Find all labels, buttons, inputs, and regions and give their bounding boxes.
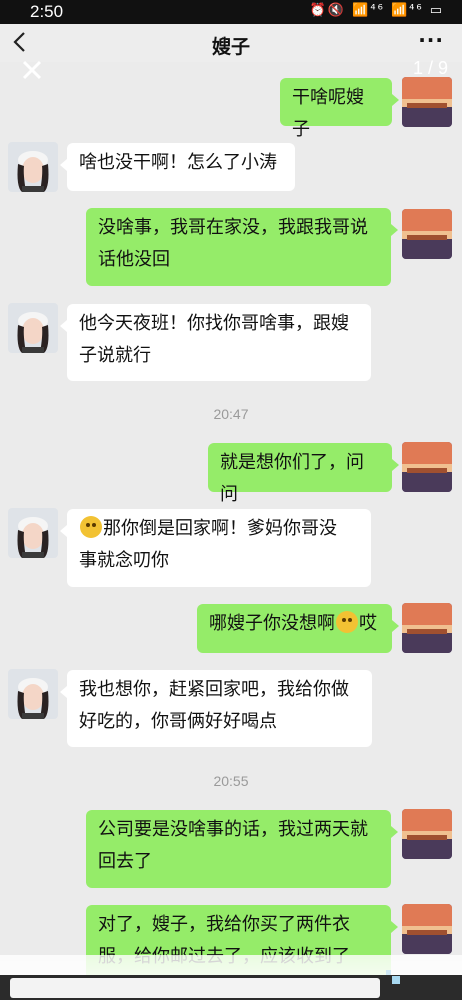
message-bubble-received[interactable]: 他今天夜班！你找你哥啥事，跟嫂 子说就行 bbox=[60, 304, 371, 381]
page-indicator: 1 / 9 bbox=[412, 58, 448, 78]
status-bar: 2:50 ⏰🔇 📶⁴⁶ 📶⁴⁶ ▭ bbox=[0, 0, 462, 24]
message-text-line: 回去了 bbox=[98, 851, 152, 872]
message-bubble-sent[interactable]: 干啥呢嫂子 bbox=[280, 78, 399, 140]
message-text: 干啥呢嫂子 bbox=[292, 87, 364, 140]
contact-avatar[interactable] bbox=[8, 142, 58, 192]
message-text-line: 那你倒是回家啊！爹妈你哥没 bbox=[103, 518, 337, 539]
thinking-emoji-icon bbox=[80, 516, 102, 538]
message-bubble-received[interactable]: 啥也没干啊！怎么了小涛 bbox=[60, 143, 295, 191]
status-time: 2:50 bbox=[30, 2, 64, 21]
chat-title: 嫂子 bbox=[211, 36, 250, 58]
message-text-line: 没啥事，我哥在家没，我跟我哥说 bbox=[98, 217, 368, 238]
message-bubble-sent[interactable]: 哪嫂子你没想啊 哎 bbox=[197, 604, 399, 653]
contact-avatar[interactable] bbox=[8, 508, 58, 558]
message-bubble-sent[interactable]: 就是想你们了，问问 bbox=[208, 443, 399, 505]
message-bubble-received[interactable]: 我也想你，赶紧回家吧，我给你做 好吃的，你哥俩好好喝点 bbox=[60, 670, 372, 747]
message-text-line: 话他没回 bbox=[98, 249, 170, 270]
timestamp: 20:55 bbox=[213, 773, 249, 789]
message-text-line: 对了，嫂子，我给你买了两件衣 bbox=[98, 914, 350, 935]
message-text-line: 他今天夜班！你找你哥啥事，跟嫂 bbox=[79, 313, 349, 334]
message-text: 哪嫂子你没想啊 bbox=[209, 613, 335, 634]
my-avatar[interactable] bbox=[402, 77, 452, 127]
flushed-emoji-icon bbox=[336, 611, 358, 633]
chat-header: 嫂子 ··· bbox=[0, 24, 462, 62]
close-icon[interactable] bbox=[20, 58, 44, 82]
my-avatar[interactable] bbox=[402, 603, 452, 653]
contact-avatar[interactable] bbox=[8, 669, 58, 719]
sparkle-icon bbox=[386, 970, 400, 984]
message-text-line: 子说就行 bbox=[79, 345, 151, 366]
message-text: 啥也没干啊！怎么了小涛 bbox=[79, 152, 277, 173]
my-avatar[interactable] bbox=[402, 809, 452, 859]
message-text-line: 事就念叨你 bbox=[79, 550, 169, 571]
my-avatar[interactable] bbox=[402, 442, 452, 492]
more-options-button[interactable]: ··· bbox=[418, 28, 444, 52]
message-bubble-sent[interactable]: 没啥事，我哥在家没，我跟我哥说 话他没回 bbox=[86, 208, 398, 286]
timestamp: 20:47 bbox=[213, 406, 249, 422]
message-bubble-received[interactable]: 那你倒是回家啊！爹妈你哥没 事就念叨你 bbox=[60, 509, 371, 587]
my-avatar[interactable] bbox=[402, 209, 452, 259]
message-text-line: 我也想你，赶紧回家吧，我给你做 bbox=[79, 679, 349, 700]
status-icons: ⏰🔇 📶⁴⁶ 📶⁴⁶ ▭ bbox=[309, 3, 444, 18]
message-bubble-sent[interactable]: 公司要是没啥事的话，我过两天就 回去了 bbox=[86, 810, 398, 888]
message-text-line: 公司要是没啥事的话，我过两天就 bbox=[98, 819, 368, 840]
message-input[interactable] bbox=[10, 978, 380, 998]
contact-avatar[interactable] bbox=[8, 303, 58, 353]
message-text: 就是想你们了，问问 bbox=[220, 452, 364, 505]
message-text: 哎 bbox=[359, 613, 377, 634]
message-text-line: 好吃的，你哥俩好好喝点 bbox=[79, 711, 277, 732]
my-avatar[interactable] bbox=[402, 904, 452, 954]
